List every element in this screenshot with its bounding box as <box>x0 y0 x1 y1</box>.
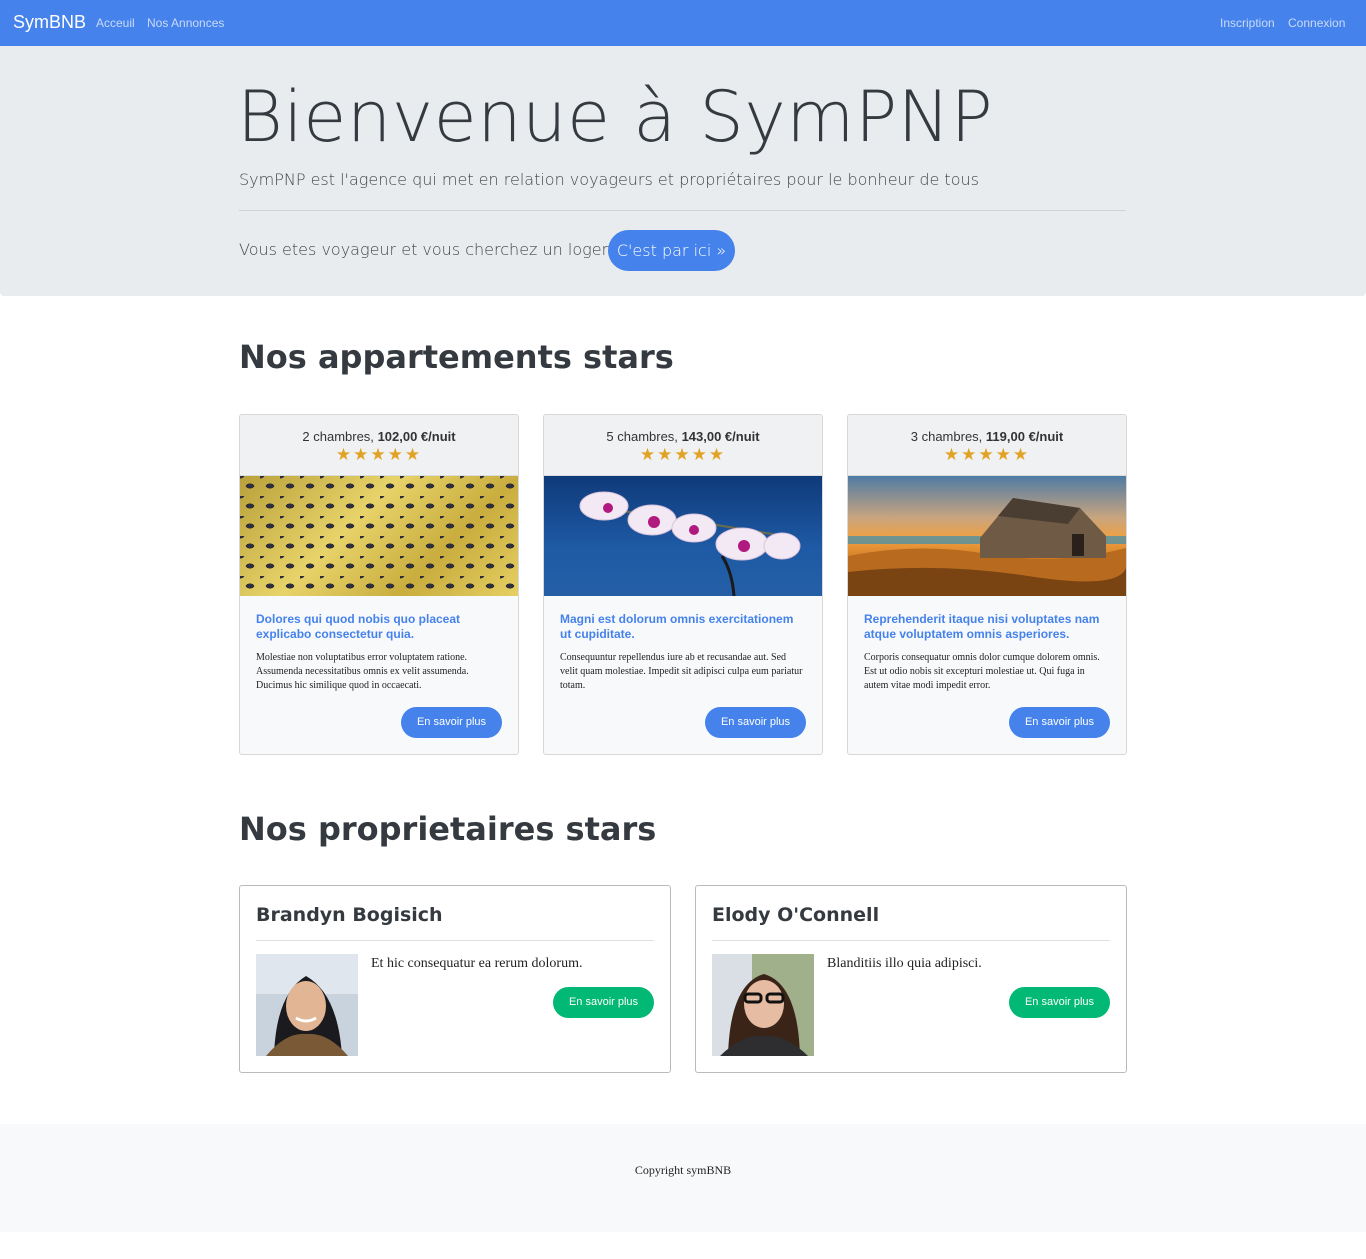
ad-title-link[interactable]: Reprehenderit itaque nisi voluptates nam… <box>864 612 1110 642</box>
star-rating-icon: ★★★★★ <box>943 445 1031 464</box>
ad-title-link[interactable]: Dolores qui quod nobis quo placeat expli… <box>256 612 502 642</box>
ad-title-link[interactable]: Magni est dolorum omnis exercitationem u… <box>560 612 806 642</box>
ad-more-button[interactable]: En savoir plus <box>1009 707 1110 738</box>
ad-description: Molestiae non voluptatibus error volupta… <box>256 652 469 691</box>
ad-card: 3 chambres, 119,00 €/nuit ★★★★★ Reprehen… <box>847 414 1127 755</box>
ad-card-header: 2 chambres, 102,00 €/nuit ★★★★★ <box>240 415 518 476</box>
ad-rooms: 3 chambres, <box>910 429 983 444</box>
owner-divider <box>256 940 654 941</box>
owner-card: Elody O'Connell Blanditiis illo quia adi… <box>695 885 1127 1073</box>
footer: Copyright symBNB <box>0 1124 1366 1232</box>
nav-link-inscription[interactable]: Inscription <box>1220 16 1275 30</box>
jumbotron-title: Bienvenue à SymPNP <box>237 76 994 158</box>
golden-pattern-image[interactable] <box>240 476 518 596</box>
ad-more-button[interactable]: En savoir plus <box>401 707 502 738</box>
owner-divider <box>712 940 1110 941</box>
ad-card-header: 3 chambres, 119,00 €/nuit ★★★★★ <box>848 415 1126 476</box>
owner-more-button[interactable]: En savoir plus <box>553 987 654 1018</box>
ad-price: 119,00 €/nuit <box>985 429 1064 444</box>
ad-more-button[interactable]: En savoir plus <box>705 707 806 738</box>
star-rating-icon: ★★★★★ <box>335 445 423 464</box>
owner-name: Brandyn Bogisich <box>256 904 443 926</box>
nav-link-annonces[interactable]: Nos Annonces <box>147 16 224 30</box>
ad-price: 143,00 €/nuit <box>681 429 760 444</box>
jumbotron-question: Vous etes voyageur et vous cherchez un l… <box>239 240 652 259</box>
ad-card: 2 chambres, 102,00 €/nuit ★★★★★ Dolores … <box>239 414 519 755</box>
owner-card: Brandyn Bogisich Et hic consequatur ea r… <box>239 885 671 1073</box>
ads-section-title: Nos appartements stars <box>239 338 674 376</box>
owner-avatar <box>712 954 814 1056</box>
owner-avatar <box>256 954 358 1056</box>
ad-card-header: 5 chambres, 143,00 €/nuit ★★★★★ <box>544 415 822 476</box>
ad-card: 5 chambres, 143,00 €/nuit ★★★★★ Magni es… <box>543 414 823 755</box>
ad-price: 102,00 €/nuit <box>377 429 456 444</box>
jumbotron-divider <box>239 210 1126 211</box>
jumbotron: Bienvenue à SymPNP SymPNP est l'agence q… <box>0 46 1366 296</box>
stone-house-image[interactable] <box>848 476 1126 596</box>
navbar: SymBNB Acceuil Nos Annonces Inscription … <box>0 0 1366 46</box>
ad-rooms: 2 chambres, <box>302 429 374 444</box>
star-rating-icon: ★★★★★ <box>639 445 727 464</box>
jumbotron-lead: SymPNP est l'agence qui met en relation … <box>239 170 979 189</box>
orchid-image[interactable] <box>544 476 822 597</box>
nav-link-connexion[interactable]: Connexion <box>1288 16 1345 30</box>
ad-description: Corporis consequatur omnis dolor cumque … <box>864 652 1100 691</box>
cta-button[interactable]: C'est par ici » <box>608 230 735 271</box>
ad-description: Consequuntur repellendus iure ab et recu… <box>560 652 803 691</box>
ad-rooms: 5 chambres, <box>606 429 678 444</box>
owner-quote: Blanditiis illo quia adipisci. <box>827 956 982 971</box>
owner-more-button[interactable]: En savoir plus <box>1009 987 1110 1018</box>
owner-quote: Et hic consequatur ea rerum dolorum. <box>371 956 583 971</box>
nav-link-accueil[interactable]: Acceuil <box>96 16 135 30</box>
owner-name: Elody O'Connell <box>712 904 880 926</box>
owners-section-title: Nos proprietaires stars <box>239 810 657 848</box>
footer-copyright: Copyright symBNB <box>634 1163 732 1177</box>
brand-link[interactable]: SymBNB <box>13 12 86 33</box>
